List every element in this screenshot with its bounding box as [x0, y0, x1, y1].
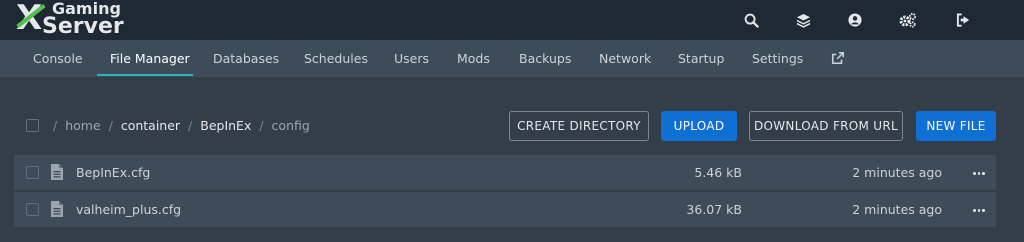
file-icon [51, 201, 65, 218]
breadcrumb-separator: / [259, 118, 264, 133]
logo-text-line2: Server [42, 14, 124, 39]
layers-icon[interactable] [793, 10, 813, 30]
breadcrumb-separator: / [188, 118, 193, 133]
file-size: 36.07 kB [686, 202, 742, 217]
file-name[interactable]: valheim_plus.cfg [76, 192, 181, 227]
top-header: X Gaming Server [0, 0, 1024, 40]
breadcrumb-separator: / [108, 118, 113, 133]
file-row-checkbox[interactable] [26, 203, 39, 216]
active-tab-indicator [97, 74, 193, 76]
tab-file-manager[interactable]: File Manager [110, 40, 190, 77]
brand-logo[interactable]: X Gaming Server [14, 0, 126, 40]
upload-button[interactable]: UPLOAD [661, 111, 737, 141]
new-file-button[interactable]: NEW FILE [916, 111, 996, 141]
tab-schedules[interactable]: Schedules [304, 40, 368, 77]
file-modified: 2 minutes ago [852, 165, 942, 180]
breadcrumb-root-separator: / [53, 118, 58, 133]
file-row[interactable]: BepInEx.cfg 5.46 kB 2 minutes ago [14, 155, 996, 190]
tab-settings[interactable]: Settings [752, 40, 803, 77]
file-modified: 2 minutes ago [852, 202, 942, 217]
breadcrumb: / home / container / BepInEx / config [53, 116, 310, 136]
file-icon [51, 164, 65, 181]
search-icon[interactable] [741, 10, 761, 30]
download-from-url-button[interactable]: DOWNLOAD FROM URL [749, 111, 903, 141]
more-options-icon[interactable] [972, 203, 986, 217]
breadcrumb-config: config [271, 118, 310, 133]
user-circle-icon[interactable] [845, 10, 865, 30]
external-link-icon[interactable] [831, 51, 845, 67]
server-navbar: Console File Manager Databases Schedules… [0, 40, 1024, 77]
file-size: 5.46 kB [694, 165, 742, 180]
file-row[interactable]: valheim_plus.cfg 36.07 kB 2 minutes ago [14, 192, 996, 227]
tab-users[interactable]: Users [394, 40, 429, 77]
file-name[interactable]: BepInEx.cfg [76, 155, 150, 190]
breadcrumb-home[interactable]: home [65, 118, 100, 133]
more-options-icon[interactable] [972, 166, 986, 180]
tab-backups[interactable]: Backups [519, 40, 571, 77]
tab-startup[interactable]: Startup [678, 40, 724, 77]
file-row-checkbox[interactable] [26, 166, 39, 179]
cogs-icon[interactable] [898, 10, 918, 30]
sign-out-icon[interactable] [953, 10, 973, 30]
tab-mods[interactable]: Mods [457, 40, 490, 77]
create-directory-button[interactable]: CREATE DIRECTORY [509, 111, 649, 141]
tab-network[interactable]: Network [599, 40, 651, 77]
tab-console[interactable]: Console [33, 40, 83, 77]
breadcrumb-bepinex[interactable]: BepInEx [200, 118, 251, 133]
select-all-checkbox[interactable] [26, 119, 39, 132]
breadcrumb-container[interactable]: container [121, 118, 180, 133]
tab-databases[interactable]: Databases [213, 40, 279, 77]
